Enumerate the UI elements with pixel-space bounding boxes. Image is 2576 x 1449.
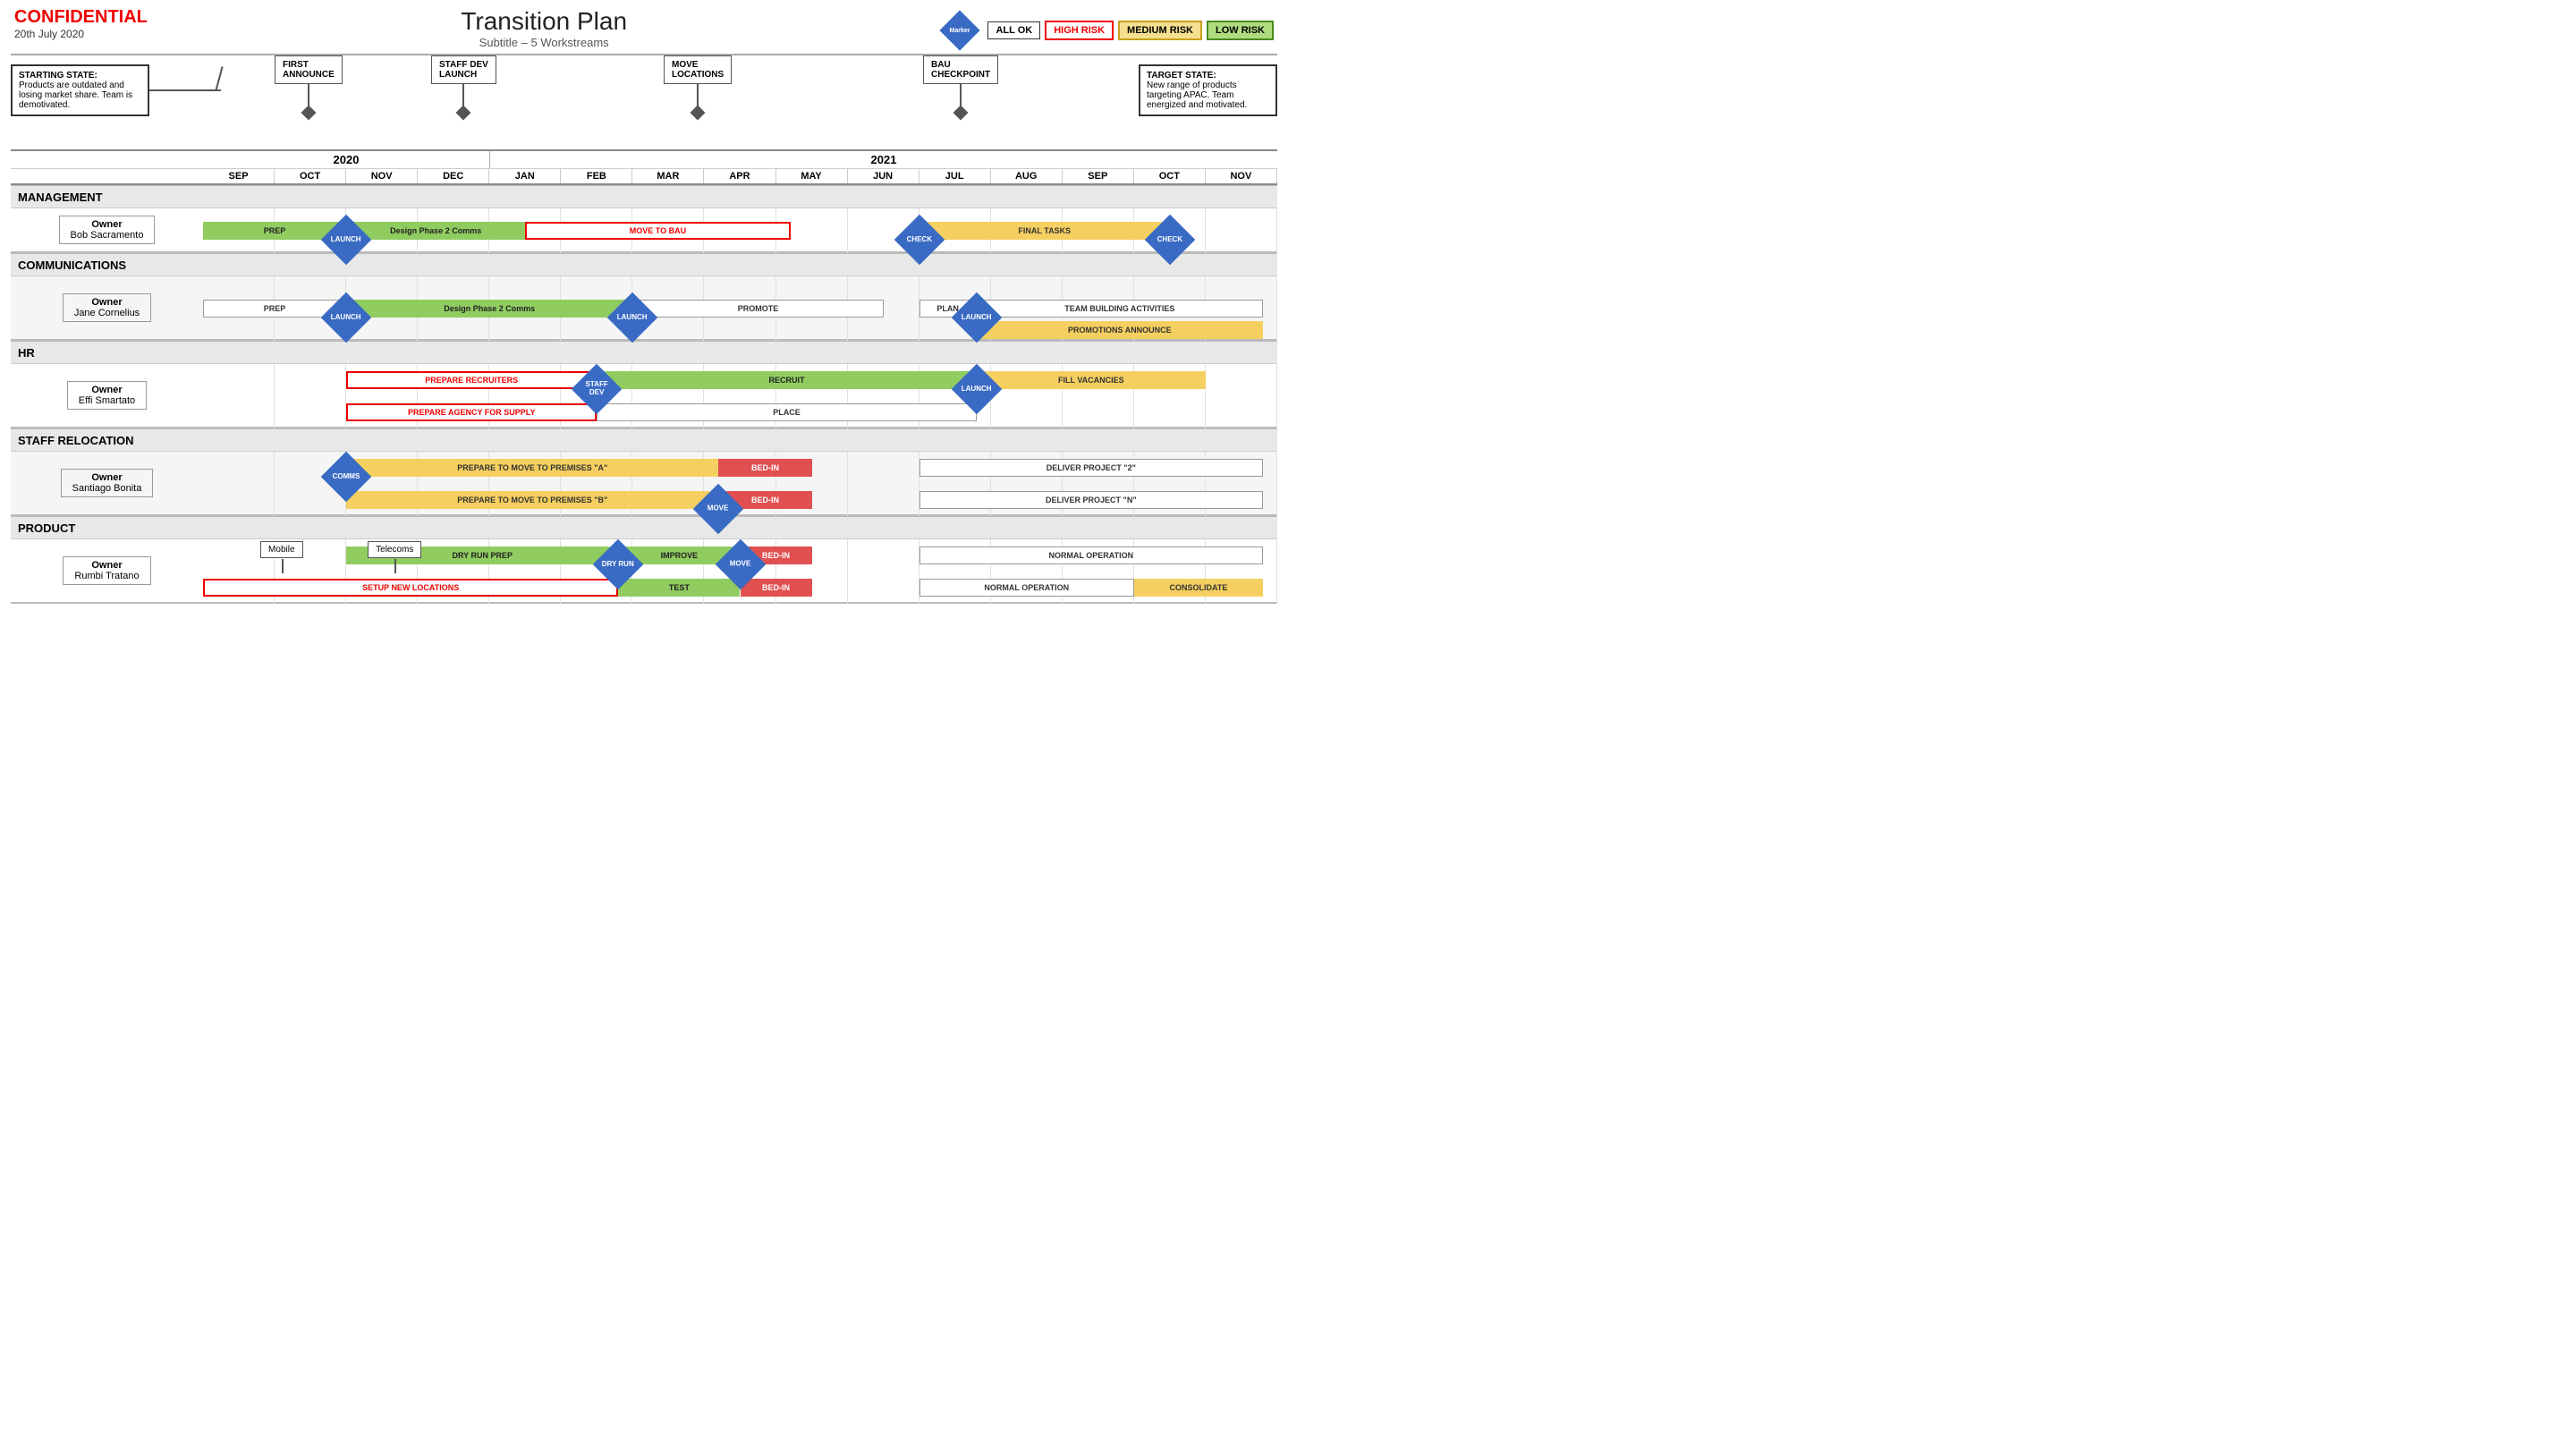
bar-final-tasks: FINAL TASKS xyxy=(919,222,1170,240)
owner-cell-product: OwnerRumbi Tratano xyxy=(11,539,203,602)
section-label-management: MANAGEMENT xyxy=(11,191,203,204)
target-state-box: TARGET STATE: New range of products targ… xyxy=(1139,64,1277,116)
month-jan: JAN xyxy=(489,169,561,183)
bars-cell-hr: PREPARE RECRUITERSSTAFF DEVRECRUITLAUNCH… xyxy=(203,364,1277,428)
subtitle: Subtitle – 5 Workstreams xyxy=(461,36,627,49)
milestone-first-announce: FIRSTANNOUNCE xyxy=(275,55,343,111)
bar-prepare-agency-for-supply: PREPARE AGENCY FOR SUPPLY xyxy=(346,403,597,421)
section-label-staff-relocation: STAFF RELOCATION xyxy=(11,434,203,447)
month-jul: JUL xyxy=(919,169,991,183)
bar-normal-operation: NORMAL OPERATION xyxy=(919,547,1263,564)
swimlane-communications: OwnerJane CorneliusPREPLAUNCHDesign Phas… xyxy=(11,276,1277,341)
month-feb: FEB xyxy=(561,169,632,183)
bar-team-building-activities: TEAM BUILDING ACTIVITIES xyxy=(977,300,1263,318)
month-aug: AUG xyxy=(991,169,1063,183)
swimlane-product: OwnerRumbi TratanoDRY RUN PREPDRY RUNIMP… xyxy=(11,539,1277,604)
owner-cell-communications: OwnerJane Cornelius xyxy=(11,276,203,339)
legend-high: HIGH RISK xyxy=(1045,21,1114,40)
bar-prepare-to-move-to-premises--b-: PREPARE TO MOVE TO PREMISES "B" xyxy=(346,491,718,509)
month-nov: NOV xyxy=(346,169,418,183)
swimlane-hr: OwnerEffi SmartatoPREPARE RECRUITERSSTAF… xyxy=(11,364,1277,428)
bar-bed-in: BED-IN xyxy=(718,459,811,477)
month-mar: MAR xyxy=(632,169,704,183)
owner-cell-staff-relocation: OwnerSantiago Bonita xyxy=(11,452,203,514)
telecoms-bubble: Telecoms xyxy=(368,541,421,558)
bar-setup-new-locations: SETUP NEW LOCATIONS xyxy=(203,579,618,597)
month-nov: NOV xyxy=(1206,169,1277,183)
confidential-label: CONFIDENTIAL xyxy=(14,7,148,28)
bars-cell-staff-relocation: COMMSPREPARE TO MOVE TO PREMISES "A"BED-… xyxy=(203,452,1277,516)
bar-normal-operation: NORMAL OPERATION xyxy=(919,579,1134,597)
marker-diamond: Marker xyxy=(940,10,980,50)
milestone-staff-dev: STAFF DEVLAUNCH xyxy=(431,55,496,111)
month-may: MAY xyxy=(776,169,848,183)
bar-recruit: RECRUIT xyxy=(597,371,976,389)
bars-cell-communications: PREPLAUNCHDesign Phase 2 CommsLAUNCHPROM… xyxy=(203,276,1277,341)
bar-place: PLACE xyxy=(597,403,976,421)
mobile-bubble: Mobile xyxy=(260,541,302,558)
bar-promotions-announce: PROMOTIONS ANNOUNCE xyxy=(977,321,1263,339)
month-sep: SEP xyxy=(1063,169,1134,183)
section-header-communications: COMMUNICATIONS xyxy=(11,253,1277,276)
bar-fill-vacancies: FILL VACANCIES xyxy=(977,371,1206,389)
bar-prepare-recruiters: PREPARE RECRUITERS xyxy=(346,371,597,389)
month-sep: SEP xyxy=(203,169,275,183)
year-2021: 2021 xyxy=(490,151,1277,168)
date-label: 20th July 2020 xyxy=(14,28,148,40)
month-apr: APR xyxy=(704,169,775,183)
bar-promote: PROMOTE xyxy=(632,300,883,318)
bar-consolidate: CONSOLIDATE xyxy=(1134,579,1263,597)
section-label-product: PRODUCT xyxy=(11,521,203,535)
bar-move-to-bau: MOVE TO BAU xyxy=(525,222,790,240)
bar-prepare-to-move-to-premises--a-: PREPARE TO MOVE TO PREMISES "A" xyxy=(346,459,718,477)
month-oct: OCT xyxy=(275,169,346,183)
milestone-bau: BAUCHECKPOINT xyxy=(923,55,998,111)
swimlane-staff-relocation: OwnerSantiago BonitaCOMMSPREPARE TO MOVE… xyxy=(11,452,1277,516)
section-header-hr: HR xyxy=(11,341,1277,364)
main-title: Transition Plan xyxy=(461,7,627,36)
owner-cell-hr: OwnerEffi Smartato xyxy=(11,364,203,427)
starting-state-box: STARTING STATE: Products are outdated an… xyxy=(11,64,149,116)
bars-cell-product: DRY RUN PREPDRY RUNIMPROVEMOVEBED-INNORM… xyxy=(203,539,1277,604)
section-header-product: PRODUCT xyxy=(11,516,1277,539)
section-label-communications: COMMUNICATIONS xyxy=(11,258,203,272)
year-2020: 2020 xyxy=(203,151,490,168)
legend-allok: ALL OK xyxy=(987,21,1040,39)
bar-deliver-project--n-: DELIVER PROJECT "N" xyxy=(919,491,1263,509)
bar-test: TEST xyxy=(618,579,740,597)
bar-bed-in: BED-IN xyxy=(741,579,812,597)
section-header-management: MANAGEMENT xyxy=(11,185,1277,208)
section-label-hr: HR xyxy=(11,346,203,360)
legend-medium: MEDIUM RISK xyxy=(1118,21,1202,40)
bar-deliver-project--2-: DELIVER PROJECT "2" xyxy=(919,459,1263,477)
month-jun: JUN xyxy=(848,169,919,183)
bar-design-phase-2-comms: Design Phase 2 Comms xyxy=(346,300,632,318)
month-oct: OCT xyxy=(1134,169,1206,183)
swimlane-management: OwnerBob SacramentoPREPLAUNCHDesign Phas… xyxy=(11,208,1277,253)
owner-cell-management: OwnerBob Sacramento xyxy=(11,208,203,251)
bars-cell-management: PREPLAUNCHDesign Phase 2 CommsMOVE TO BA… xyxy=(203,208,1277,253)
section-header-staff-relocation: STAFF RELOCATION xyxy=(11,428,1277,452)
legend-low: LOW RISK xyxy=(1207,21,1274,40)
milestone-move-locations: MOVELOCATIONS xyxy=(664,55,732,111)
month-dec: DEC xyxy=(418,169,489,183)
bar-design-phase-2-comms: Design Phase 2 Comms xyxy=(346,222,525,240)
